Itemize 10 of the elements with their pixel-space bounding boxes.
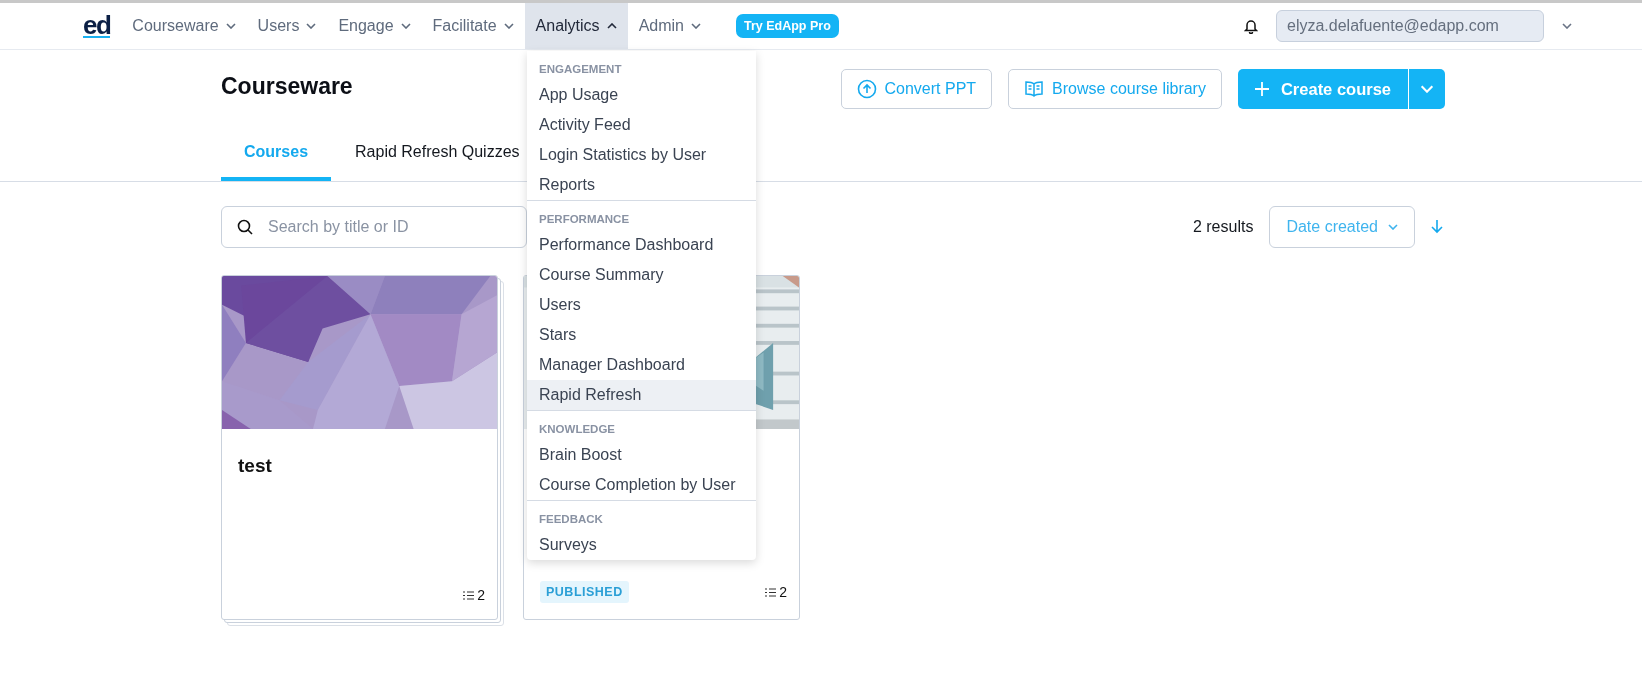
lesson-count: 2	[779, 584, 787, 600]
results-count: 2 results	[1192, 218, 1254, 236]
menu-section-heading: PERFORMANCE	[538, 212, 631, 227]
menu-section-heading: KNOWLEDGE	[538, 422, 617, 437]
page-title: Courseware	[221, 72, 353, 100]
course-title: test	[237, 454, 273, 477]
status-badge: PUBLISHED	[540, 581, 629, 603]
menu-section-heading: FEEDBACK	[538, 512, 604, 527]
lesson-count: 2	[477, 587, 485, 603]
menu-section-heading: ENGAGEMENT	[538, 62, 623, 77]
